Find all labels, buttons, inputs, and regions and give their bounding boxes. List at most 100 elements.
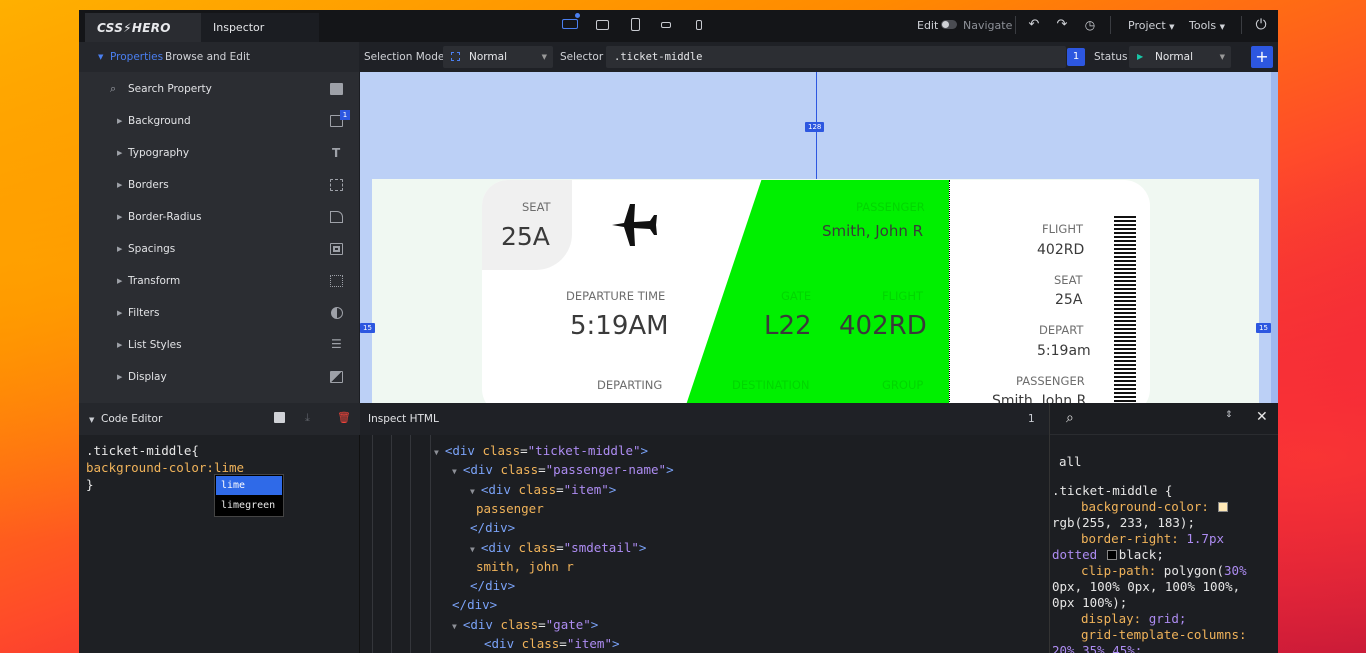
close-icon[interactable]: ✕ [1256, 409, 1268, 425]
sidebar-item-typography[interactable]: ▶ Typography T [79, 138, 359, 170]
gate-value: L22 [764, 311, 812, 341]
code-editor-title: Code Editor [101, 413, 163, 425]
power-icon[interactable]: ⏻ [1254, 18, 1268, 32]
browse-edit-label: Browse and Edit [165, 51, 250, 63]
status-label: Status [1094, 51, 1128, 63]
sidebar-item-border-radius[interactable]: ▶ Border-Radius [79, 202, 359, 234]
add-button[interactable]: + [1251, 46, 1273, 68]
sidebar-item-transform[interactable]: ▶ Transform [79, 266, 359, 298]
padding-left-value: 15 [360, 323, 375, 333]
sidebar-item-list-styles[interactable]: ▶ List Styles ☰ [79, 330, 359, 362]
dom-tree-line[interactable]: </div> [470, 578, 515, 593]
code-editor-header: ▼ Code Editor ⤓ 🗑 [79, 403, 360, 435]
dom-tree-line[interactable]: ▼ <div class="item"> [470, 482, 616, 497]
dom-tree-line[interactable]: ▼ <div class="ticket-middle"> [434, 443, 648, 458]
code-editor-panel: ▼ Code Editor ⤓ 🗑 .ticket-middle{ backgr… [79, 403, 360, 653]
expand-arrow-icon[interactable]: ▼ [434, 448, 439, 457]
code-line-2[interactable]: background-color:lime [86, 460, 244, 475]
background-badge: 1 [340, 110, 350, 120]
inspect-html-title: Inspect HTML [368, 413, 439, 425]
margin-top-value: 128 [805, 122, 825, 132]
mobile-portrait-icon[interactable] [692, 18, 708, 32]
suggestion-limegreen[interactable]: limegreen [216, 496, 282, 515]
sidebar-item-spacings[interactable]: ▶ Spacings [79, 234, 359, 266]
chevron-down-icon: ▼ [541, 53, 547, 61]
departing-label: DEPARTING [597, 378, 663, 392]
tablet-view-icon[interactable] [628, 18, 644, 32]
selector-input[interactable]: .ticket-middle [606, 46, 1066, 68]
dom-tree-line[interactable]: </div> [470, 520, 515, 535]
stub-flight-value: 402RD [1037, 242, 1085, 258]
transform-icon [330, 275, 343, 287]
history-icon[interactable]: ◷ [1083, 18, 1097, 32]
dom-tree-line[interactable]: passenger [476, 501, 544, 516]
selection-options-bar: ▼ Properties Browse and Edit Selection M… [79, 42, 1278, 72]
display-icon [330, 371, 343, 383]
navigate-label[interactable]: Navigate [963, 19, 1012, 32]
stub-passenger-value: Smith, John R [992, 393, 1087, 403]
sidebar-item-display[interactable]: ▶ Display [79, 362, 359, 394]
indent-guide [372, 435, 373, 653]
undo-icon[interactable]: ↶ [1027, 18, 1041, 32]
sidebar-item-filters[interactable]: ▶ Filters [79, 298, 359, 330]
trash-icon[interactable]: 🗑 [337, 411, 351, 424]
expand-arrow-icon[interactable]: ▼ [470, 487, 475, 496]
divider [1110, 16, 1111, 34]
css-filter-value[interactable]: all [1059, 454, 1082, 469]
padding-right-value: 15 [1256, 323, 1271, 333]
laptop-view-icon[interactable] [595, 18, 611, 32]
selector-label: Selector [560, 51, 604, 63]
mobile-landscape-icon[interactable] [659, 18, 675, 32]
css-rule-block[interactable]: .ticket-middle { background-color: rgb(2… [1052, 483, 1278, 653]
collapse-arrow-icon[interactable]: ▼ [89, 416, 94, 424]
color-swatch[interactable] [1218, 502, 1229, 512]
sort-icon[interactable]: ⇕ [1225, 410, 1233, 420]
page-preview-canvas[interactable]: SEAT 25A DEPARTURE TIME 5:19AM DEPARTING… [360, 72, 1271, 403]
departure-time-value: 5:19AM [570, 311, 669, 341]
bottom-panels: ▼ Code Editor ⤓ 🗑 .ticket-middle{ backgr… [79, 403, 1278, 653]
dom-tree-line[interactable]: </div> [452, 597, 497, 612]
collapse-arrow-icon[interactable]: ▼ [98, 53, 103, 61]
save-icon[interactable] [274, 412, 285, 423]
boarding-pass[interactable]: SEAT 25A DEPARTURE TIME 5:19AM DEPARTING… [482, 180, 1150, 403]
flight-value: 402RD [839, 311, 927, 341]
suggestion-lime[interactable]: lime [216, 476, 282, 495]
dom-tree-line[interactable]: <div class="item"> [470, 636, 620, 651]
destination-label: DESTINATION [732, 378, 810, 392]
dom-tree-line[interactable]: ▼ <div class="smdetail"> [470, 540, 646, 555]
desktop-view-icon[interactable] [562, 13, 580, 32]
dom-tree-line[interactable]: ▼ <div class="gate"> [452, 617, 598, 632]
stub-depart-value: 5:19am [1037, 343, 1091, 359]
top-bar: CSS⚡HERO Inspector Edit Navigate ↶ ↷ ◷ P… [79, 10, 1278, 43]
seat-value: 25A [501, 222, 550, 251]
edit-navigate-toggle[interactable] [941, 20, 957, 29]
expand-arrow-icon[interactable]: ▼ [470, 545, 475, 554]
color-swatch[interactable] [1106, 550, 1117, 560]
search-icon: ⌕ [110, 82, 117, 95]
passenger-label: PASSENGER [856, 200, 925, 214]
search-property-row[interactable]: ⌕ Search Property [79, 74, 359, 106]
canvas-scrollbar[interactable] [1271, 72, 1278, 403]
code-line-1[interactable]: .ticket-middle{ [86, 443, 199, 458]
status-select[interactable]: ▶ Normal ▼ [1129, 46, 1231, 68]
download-icon[interactable]: ⤓ [305, 411, 310, 425]
dom-tree-line[interactable]: ▼ <div class="passenger-name"> [452, 462, 674, 477]
project-menu[interactable]: Project ▼ [1128, 19, 1175, 32]
edit-icon[interactable] [330, 83, 343, 95]
group-label: GROUP [882, 378, 924, 392]
code-line-3[interactable]: } [86, 477, 94, 492]
redo-icon[interactable]: ↷ [1055, 18, 1069, 32]
selection-mode-select[interactable]: Normal ▼ [443, 46, 553, 68]
search-property-input[interactable]: Search Property [128, 83, 212, 95]
tab-inspector[interactable]: Inspector [201, 13, 319, 43]
radius-icon [330, 211, 343, 223]
search-icon[interactable]: ⌕ [1066, 410, 1074, 426]
tools-menu[interactable]: Tools ▼ [1189, 19, 1225, 32]
properties-label[interactable]: Properties [110, 51, 163, 63]
expand-arrow-icon[interactable]: ▼ [452, 622, 457, 631]
sidebar-item-background[interactable]: ▶ Background 1 [79, 106, 359, 138]
sidebar-item-borders[interactable]: ▶ Borders [79, 170, 359, 202]
expand-arrow-icon[interactable]: ▼ [452, 467, 457, 476]
departure-time-label: DEPARTURE TIME [566, 289, 666, 303]
dom-tree-line[interactable]: smith, john r [476, 559, 574, 574]
